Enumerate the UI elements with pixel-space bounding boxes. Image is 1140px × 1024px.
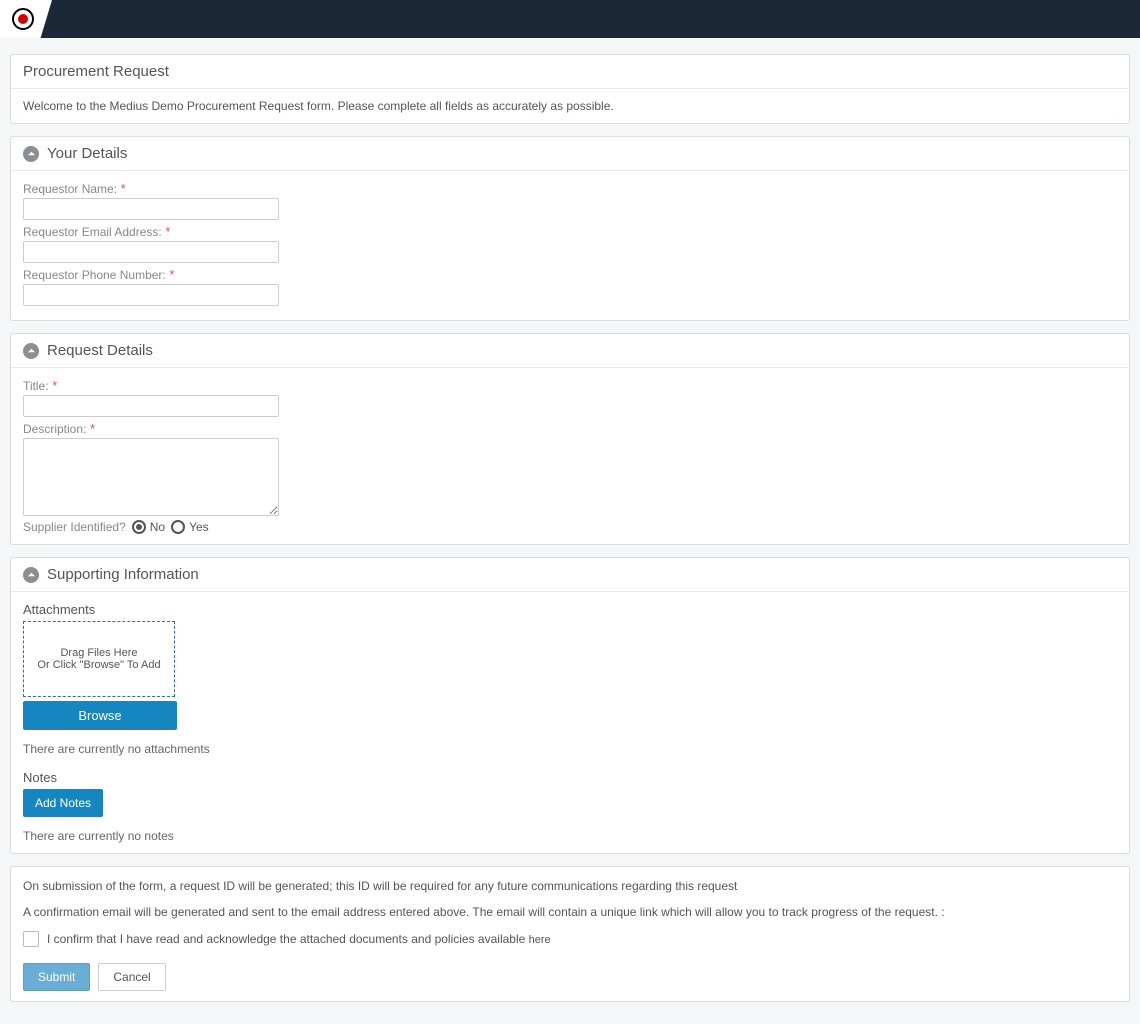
supplier-yes-label: Yes <box>189 520 209 534</box>
dropzone-line1: Drag Files Here <box>60 647 137 659</box>
file-dropzone[interactable]: Drag Files Here Or Click "Browse" To Add <box>23 621 175 697</box>
required-star: * <box>169 267 174 282</box>
supplier-radio-yes[interactable]: Yes <box>171 520 209 534</box>
notes-empty-text: There are currently no notes <box>23 829 1117 843</box>
title-label: Title: <box>23 379 49 393</box>
request-details-title: Request Details <box>47 342 153 359</box>
supplier-label: Supplier Identified? <box>23 520 126 534</box>
required-star: * <box>165 224 170 239</box>
footer-panel: On submission of the form, a request ID … <box>10 866 1130 1002</box>
logo-inner-dot <box>18 14 28 24</box>
your-details-panel: Your Details Requestor Name: * Requestor… <box>10 136 1130 321</box>
confirm-checkbox[interactable] <box>23 931 39 947</box>
requestor-phone-input[interactable] <box>23 284 279 306</box>
footer-line1: On submission of the form, a request ID … <box>23 877 1117 895</box>
request-details-panel: Request Details Title: * Description: * … <box>10 333 1130 545</box>
required-star: * <box>52 378 57 393</box>
chevron-up-icon <box>23 146 39 162</box>
page-title: Procurement Request <box>11 55 1129 89</box>
requestor-email-label: Requestor Email Address: <box>23 225 162 239</box>
requestor-name-input[interactable] <box>23 198 279 220</box>
confirm-text-main: I confirm that I have read and acknowled… <box>47 932 529 946</box>
requestor-email-input[interactable] <box>23 241 279 263</box>
supporting-panel: Supporting Information Attachments Drag … <box>10 557 1130 854</box>
radio-selected-icon <box>132 520 146 534</box>
footer-line2: A confirmation email will be generated a… <box>23 903 1117 921</box>
confirm-text: I confirm that I have read and acknowled… <box>47 932 551 946</box>
description-textarea[interactable] <box>23 438 279 516</box>
top-bar <box>0 0 1140 38</box>
add-notes-button[interactable]: Add Notes <box>23 789 103 817</box>
required-star: * <box>121 181 126 196</box>
browse-button[interactable]: Browse <box>23 701 177 730</box>
chevron-up-icon <box>23 567 39 583</box>
supporting-title: Supporting Information <box>47 566 199 583</box>
requestor-name-label: Requestor Name: <box>23 182 117 196</box>
logo[interactable] <box>0 0 52 38</box>
submit-button[interactable]: Submit <box>23 963 90 991</box>
attachments-label: Attachments <box>23 602 1117 617</box>
description-label: Description: <box>23 422 86 436</box>
here-link[interactable]: here <box>529 934 551 946</box>
title-input[interactable] <box>23 395 279 417</box>
your-details-title: Your Details <box>47 145 127 162</box>
dropzone-line2: Or Click "Browse" To Add <box>37 659 160 671</box>
request-details-header[interactable]: Request Details <box>11 334 1129 368</box>
supplier-no-label: No <box>150 520 165 534</box>
notes-label: Notes <box>23 770 1117 785</box>
attachments-empty-text: There are currently no attachments <box>23 742 1117 756</box>
supplier-radio-no[interactable]: No <box>132 520 165 534</box>
your-details-header[interactable]: Your Details <box>11 137 1129 171</box>
page-content: Procurement Request Welcome to the Mediu… <box>0 38 1140 1024</box>
required-star: * <box>90 421 95 436</box>
requestor-phone-label: Requestor Phone Number: <box>23 268 166 282</box>
supporting-header[interactable]: Supporting Information <box>11 558 1129 592</box>
logo-outer-circle <box>12 8 34 30</box>
radio-unselected-icon <box>171 520 185 534</box>
header-panel: Procurement Request Welcome to the Mediu… <box>10 54 1130 124</box>
intro-text: Welcome to the Medius Demo Procurement R… <box>23 99 1117 113</box>
cancel-button[interactable]: Cancel <box>98 963 165 991</box>
chevron-up-icon <box>23 343 39 359</box>
